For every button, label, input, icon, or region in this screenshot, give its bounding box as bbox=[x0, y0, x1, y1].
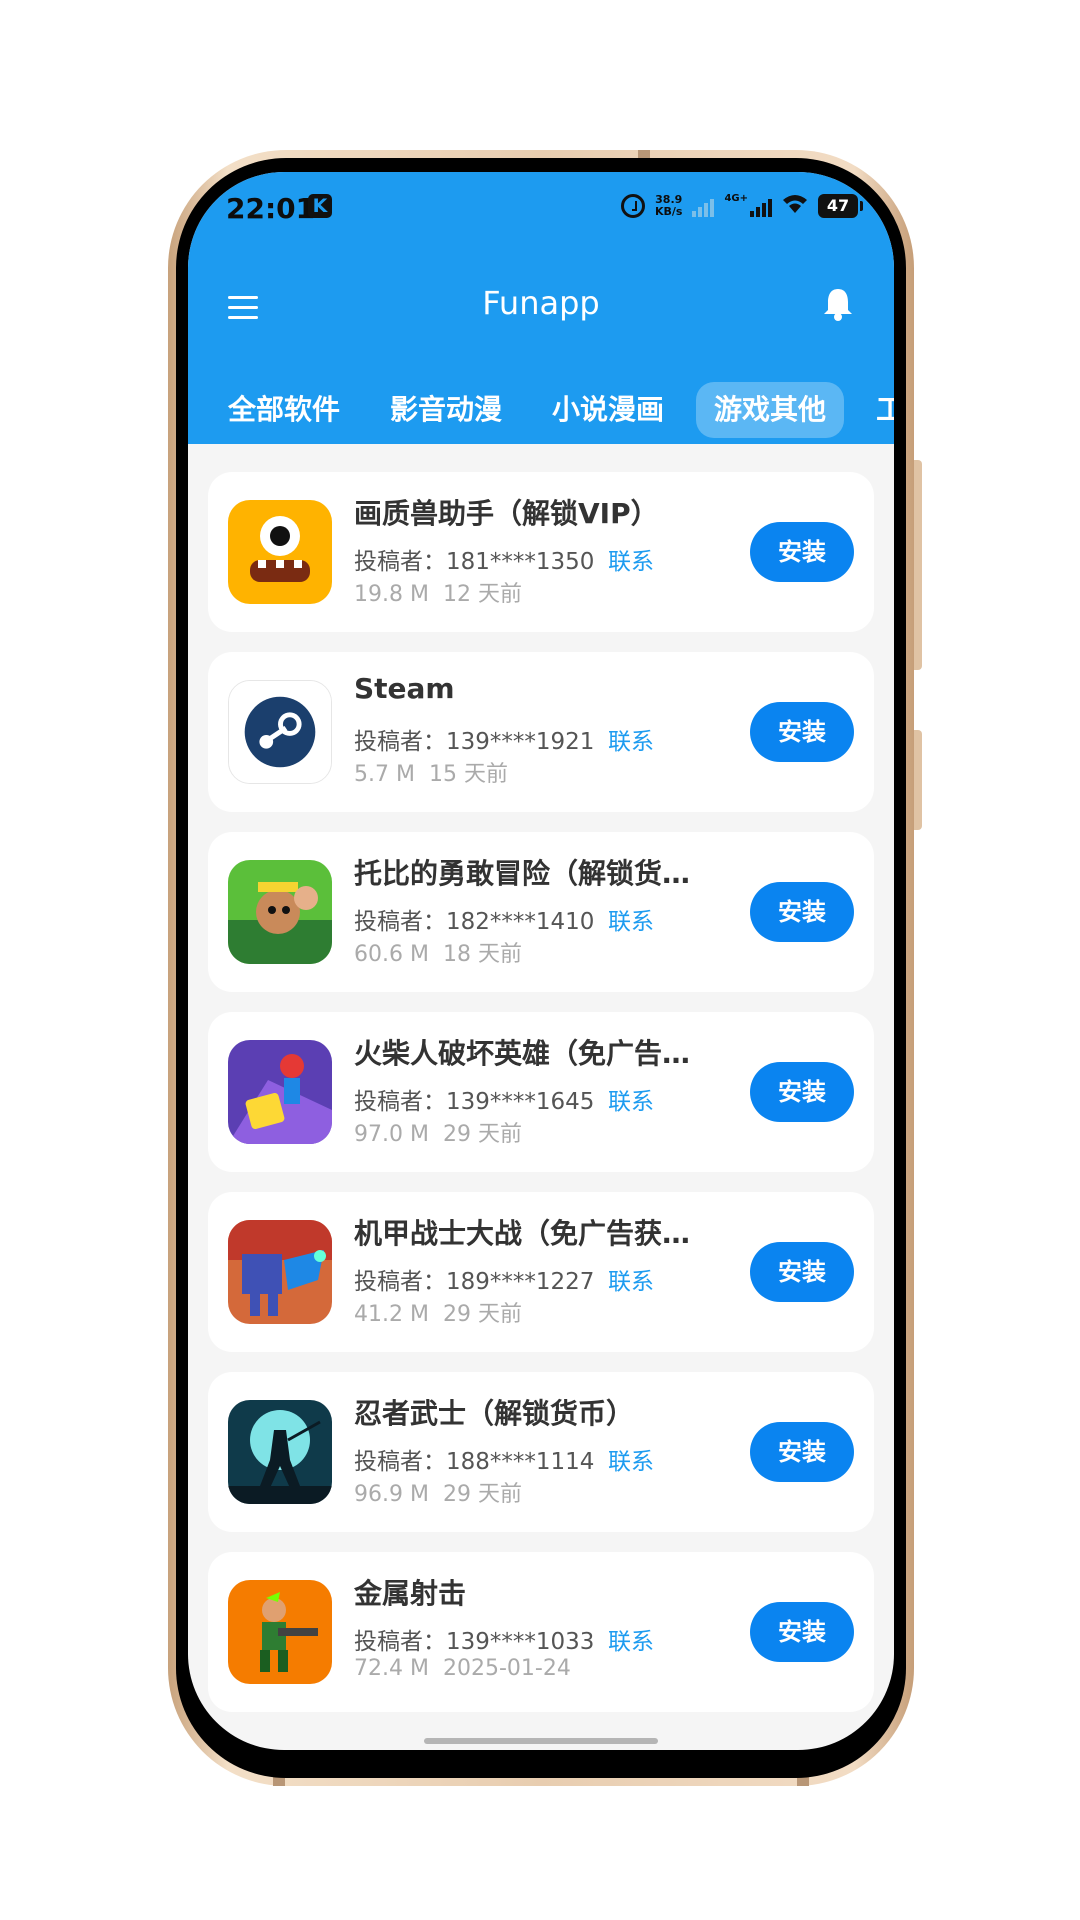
tab-novel-comic[interactable]: 小说漫画 bbox=[534, 382, 682, 438]
list-item[interactable]: 忍者武士（解锁货币） 投稿者：188****1114 联系 96.9 M 29 … bbox=[208, 1372, 874, 1532]
app-meta: 60.6 M 18 天前 bbox=[354, 936, 522, 968]
app-size: 96.9 M bbox=[354, 1482, 429, 1507]
app-meta: 96.9 M 29 天前 bbox=[354, 1476, 522, 1508]
tab-media-anime[interactable]: 影音动漫 bbox=[372, 382, 520, 438]
install-button[interactable]: 安装 bbox=[750, 1602, 854, 1662]
notification-badge-icon: K bbox=[308, 194, 332, 218]
speed-unit: KB/s bbox=[654, 205, 683, 218]
bezel: 22:01 K 38.9 KB/s 4G+ 47 Funapp 全部软件 影音动… bbox=[176, 158, 906, 1778]
app-name: 金属射击 bbox=[354, 1577, 467, 1610]
network-speed: 38.9 KB/s bbox=[655, 194, 682, 218]
category-tabs: 全部软件 影音动漫 小说漫画 游戏其他 工 bbox=[210, 382, 894, 442]
uploader: 投稿者：139****1033 bbox=[354, 1629, 595, 1655]
app-date: 15 天前 bbox=[428, 762, 508, 787]
monster-app-icon bbox=[228, 500, 332, 604]
app-date: 29 天前 bbox=[442, 1122, 522, 1147]
bell-icon[interactable] bbox=[820, 286, 856, 322]
battery-icon: 47 bbox=[818, 194, 863, 218]
app-date: 12 天前 bbox=[442, 582, 522, 607]
app-list: 画质兽助手（解锁VIP） 投稿者：181****1350 联系 19.8 M 1… bbox=[208, 472, 874, 1732]
power-button bbox=[914, 730, 922, 830]
contact-link[interactable]: 联系 bbox=[608, 542, 654, 576]
app-size: 97.0 M bbox=[354, 1122, 429, 1147]
tab-tools[interactable]: 工 bbox=[858, 382, 894, 438]
steam-app-icon bbox=[228, 680, 332, 784]
contact-link[interactable]: 联系 bbox=[608, 1262, 654, 1296]
app-date: 18 天前 bbox=[442, 942, 522, 967]
home-indicator[interactable] bbox=[424, 1738, 658, 1744]
install-button[interactable]: 安装 bbox=[750, 1242, 854, 1302]
list-item[interactable]: 火柴人破坏英雄（免广告… 投稿者：139****1645 联系 97.0 M 2… bbox=[208, 1012, 874, 1172]
install-button[interactable]: 安装 bbox=[750, 522, 854, 582]
app-size: 41.2 M bbox=[354, 1302, 429, 1327]
status-time: 22:01 bbox=[226, 192, 316, 225]
mech-warrior-app-icon bbox=[228, 1220, 332, 1324]
list-item[interactable]: 托比的勇敢冒险（解锁货… 投稿者：182****1410 联系 60.6 M 1… bbox=[208, 832, 874, 992]
install-button[interactable]: 安装 bbox=[750, 1422, 854, 1482]
uploader: 投稿者：182****1410 bbox=[354, 909, 595, 935]
contact-link[interactable]: 联系 bbox=[608, 1082, 654, 1116]
uploader: 投稿者：181****1350 bbox=[354, 549, 595, 575]
status-icons: 38.9 KB/s 4G+ 47 bbox=[620, 190, 863, 222]
list-item[interactable]: Steam 投稿者：139****1921 联系 5.7 M 15 天前 安装 bbox=[208, 652, 874, 812]
app-meta: 19.8 M 12 天前 bbox=[354, 576, 522, 608]
uploader: 投稿者：139****1645 bbox=[354, 1089, 595, 1115]
screen: 22:01 K 38.9 KB/s 4G+ 47 Funapp 全部软件 影音动… bbox=[188, 172, 894, 1750]
alarm-icon bbox=[620, 194, 645, 218]
ninja-warrior-app-icon bbox=[228, 1400, 332, 1504]
volume-button bbox=[914, 460, 922, 670]
contact-link[interactable]: 联系 bbox=[608, 1622, 654, 1656]
app-size: 19.8 M bbox=[354, 582, 429, 607]
signal-sim1-icon bbox=[692, 195, 715, 217]
tab-all-software[interactable]: 全部软件 bbox=[210, 382, 358, 438]
app-name: 托比的勇敢冒险（解锁货… bbox=[354, 857, 691, 890]
app-meta: 97.0 M 29 天前 bbox=[354, 1116, 522, 1148]
tab-games-other[interactable]: 游戏其他 bbox=[696, 382, 845, 438]
uploader: 投稿者：188****1114 bbox=[354, 1449, 595, 1475]
app-date: 29 天前 bbox=[442, 1302, 522, 1327]
app-header: 22:01 K 38.9 KB/s 4G+ 47 Funapp 全部软件 影音动… bbox=[188, 172, 894, 444]
app-size: 72.4 M bbox=[354, 1656, 429, 1681]
signal-sim2-icon bbox=[750, 195, 772, 217]
wifi-icon bbox=[782, 193, 808, 219]
app-size: 60.6 M bbox=[354, 942, 429, 967]
page-title: Funapp bbox=[482, 284, 600, 322]
toby-adventure-app-icon bbox=[228, 860, 332, 964]
network-type: 4G+ bbox=[724, 192, 748, 204]
app-name: 机甲战士大战（免广告获… bbox=[354, 1217, 691, 1250]
app-name: 画质兽助手（解锁VIP） bbox=[354, 497, 659, 530]
app-meta: 72.4 M 2025-01-24 bbox=[354, 1656, 571, 1681]
contact-link[interactable]: 联系 bbox=[608, 1442, 654, 1476]
app-date: 29 天前 bbox=[442, 1482, 522, 1507]
app-name: 忍者武士（解锁货币） bbox=[354, 1397, 635, 1430]
contact-link[interactable]: 联系 bbox=[608, 902, 654, 936]
metal-shooter-app-icon bbox=[228, 1580, 332, 1684]
contact-link[interactable]: 联系 bbox=[608, 722, 654, 756]
list-item[interactable]: 金属射击 投稿者：139****1033 联系 72.4 M 2025-01-2… bbox=[208, 1552, 874, 1712]
app-size: 5.7 M bbox=[354, 762, 415, 787]
stickman-hero-app-icon bbox=[228, 1040, 332, 1144]
status-bar: 22:01 K 38.9 KB/s 4G+ 47 bbox=[188, 172, 894, 242]
install-button[interactable]: 安装 bbox=[750, 1062, 854, 1122]
phone-frame: 22:01 K 38.9 KB/s 4G+ 47 Funapp 全部软件 影音动… bbox=[168, 150, 922, 1786]
app-name: 火柴人破坏英雄（免广告… bbox=[354, 1037, 691, 1070]
list-item[interactable]: 画质兽助手（解锁VIP） 投稿者：181****1350 联系 19.8 M 1… bbox=[208, 472, 874, 632]
app-date: 2025-01-24 bbox=[442, 1656, 571, 1681]
install-button[interactable]: 安装 bbox=[750, 702, 854, 762]
uploader: 投稿者：139****1921 bbox=[354, 729, 595, 755]
install-button[interactable]: 安装 bbox=[750, 882, 854, 942]
app-name: Steam bbox=[354, 672, 455, 705]
list-item[interactable]: 机甲战士大战（免广告获… 投稿者：189****1227 联系 41.2 M 2… bbox=[208, 1192, 874, 1352]
uploader: 投稿者：189****1227 bbox=[354, 1269, 595, 1295]
app-meta: 5.7 M 15 天前 bbox=[354, 756, 508, 788]
app-meta: 41.2 M 29 天前 bbox=[354, 1296, 522, 1328]
